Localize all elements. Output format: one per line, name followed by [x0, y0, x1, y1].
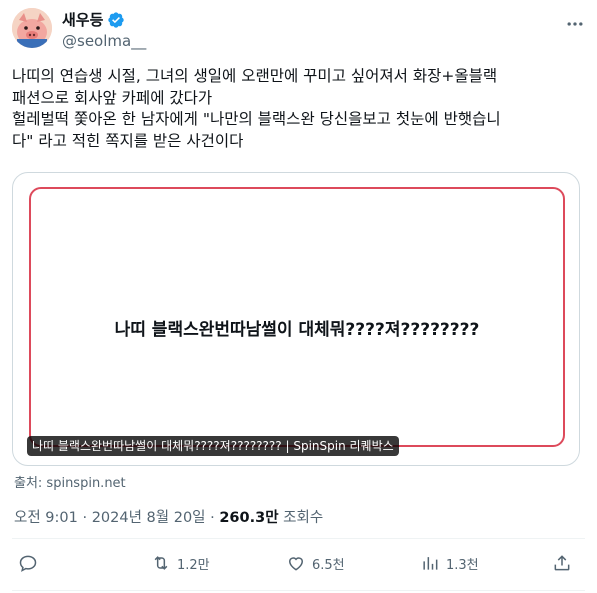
- author-display-name-row[interactable]: 새우등: [62, 10, 146, 30]
- tweet-text-line: 다" 라고 적힌 쪽지를 받은 사건이다: [12, 131, 244, 150]
- reply-icon: [19, 555, 37, 572]
- meta-separator: ·: [82, 510, 88, 526]
- heart-icon: [288, 557, 304, 571]
- views-chart-icon: [423, 557, 438, 570]
- divider: [12, 590, 585, 591]
- views-count: 260.3만: [219, 510, 279, 526]
- avatar[interactable]: [12, 8, 52, 48]
- tweet-header: 새우등 @seolma__: [12, 8, 585, 52]
- bookmark-count: 1.3천: [446, 557, 479, 573]
- card-source[interactable]: 출처: spinspin.net: [14, 472, 126, 491]
- link-preview-card[interactable]: 나띠 블랙스완번따남썰이 대체뭐????져???????? 나띠 블랙스완번따남…: [12, 172, 580, 466]
- tweet-text: 나띠의 연습생 시절, 그녀의 생일에 오랜만에 꾸미고 싶어져서 화장+올블랙…: [12, 66, 585, 152]
- card-headline: 나띠 블랙스완번따남썰이 대체뭐????져????????: [114, 320, 480, 340]
- verified-badge-icon: [108, 12, 125, 28]
- retweet-button[interactable]: 1.2만: [151, 553, 210, 573]
- author-names: 새우등 @seolma__: [62, 10, 146, 51]
- tweet-time[interactable]: 오전 9:01: [14, 510, 78, 526]
- tweet-meta: 오전 9:01 · 2024년 8월 20일 · 260.3만 조회수: [14, 506, 323, 527]
- reply-button[interactable]: [18, 553, 44, 573]
- tweet-actions: 1.2만 6.5천 1.3천: [12, 553, 585, 581]
- bookmark-stats-button[interactable]: 1.3천: [420, 553, 479, 573]
- divider: [12, 538, 585, 539]
- retweet-count: 1.2만: [177, 557, 210, 573]
- retweet-icon: [154, 556, 168, 570]
- views-label: 조회수: [283, 510, 324, 526]
- tweet-text-line: 나띠의 연습생 시절, 그녀의 생일에 오랜만에 꾸미고 싶어져서 화장+올블랙: [12, 67, 498, 85]
- tweet-text-line: 패션으로 회사앞 카페에 갔다가: [12, 88, 213, 107]
- author-display-name[interactable]: 새우등: [62, 10, 103, 30]
- more-options-icon[interactable]: [565, 14, 585, 34]
- like-count: 6.5천: [312, 557, 345, 573]
- author-handle[interactable]: @seolma__: [62, 31, 146, 51]
- share-button[interactable]: [552, 553, 572, 573]
- tweet-date[interactable]: 2024년 8월 20일: [92, 510, 206, 526]
- pig-avatar-icon: [12, 8, 52, 48]
- card-image: 나띠 블랙스완번따남썰이 대체뭐????져????????: [29, 187, 565, 447]
- card-caption: 나띠 블랙스완번따남썰이 대체뭐????져???????? | SpinSpin…: [27, 436, 399, 456]
- share-icon: [554, 555, 570, 571]
- tweet-text-line: 헐레벌떡 쫓아온 한 남자에게 "나만의 블랙스완 당신을보고 첫눈에 반햇습니: [12, 110, 501, 128]
- meta-separator: ·: [210, 510, 215, 526]
- like-button[interactable]: 6.5천: [286, 553, 345, 573]
